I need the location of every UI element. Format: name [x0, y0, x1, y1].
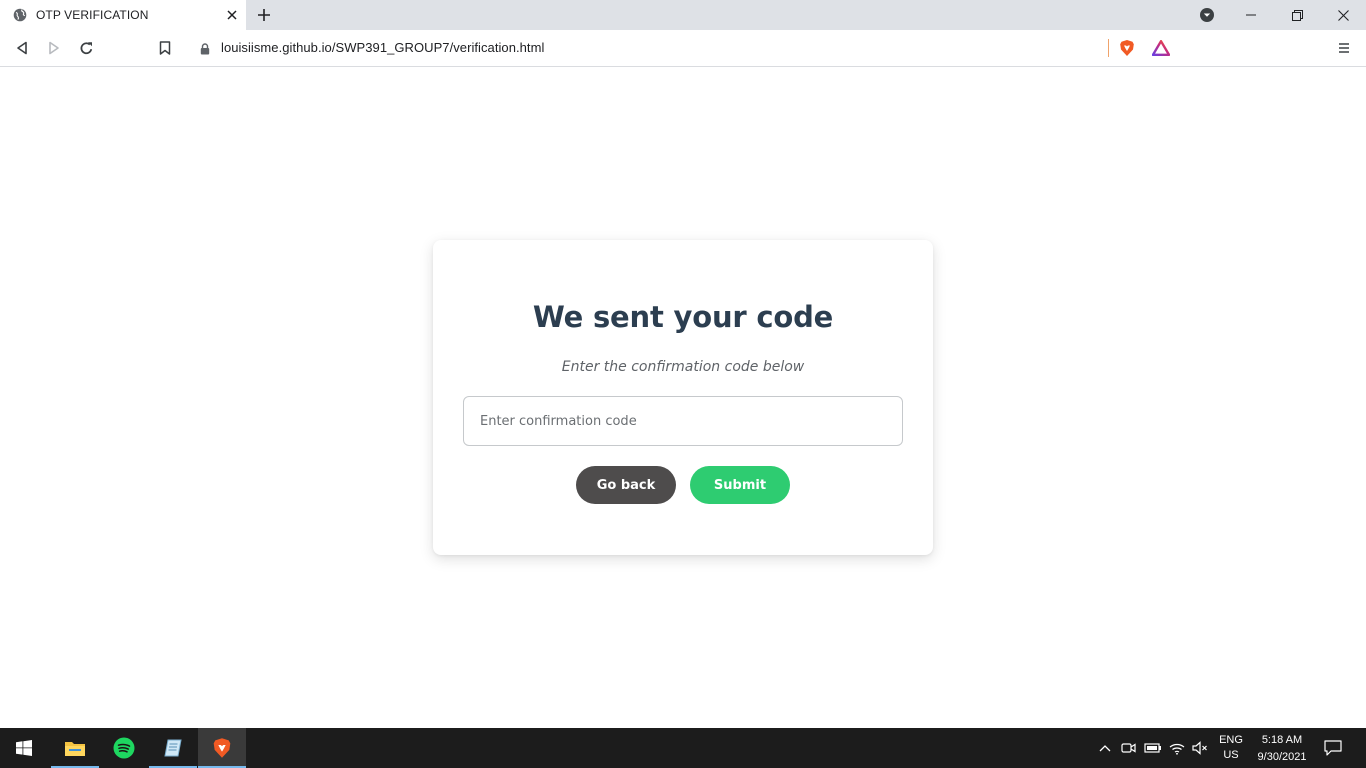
notepad-icon[interactable] [149, 728, 197, 768]
url-text[interactable]: louisiisme.github.io/SWP391_GROUP7/verif… [221, 40, 544, 55]
tab-search-dropdown-icon[interactable] [1198, 6, 1216, 24]
brave-shields-icon[interactable] [1117, 38, 1137, 58]
new-tab-plus-icon[interactable] [254, 5, 274, 25]
speaker-muted-icon[interactable] [1191, 738, 1209, 758]
confirmation-code-input[interactable] [463, 396, 903, 446]
minimize-window-icon[interactable] [1228, 0, 1274, 30]
clock-date: 9/30/2021 [1257, 751, 1307, 763]
brave-browser-icon[interactable] [198, 728, 246, 768]
windows-taskbar: ENG US 5:18 AM 9/30/2021 [0, 728, 1366, 768]
browser-tab-bar: OTP VERIFICATION [0, 0, 1366, 30]
browser-tab[interactable]: OTP VERIFICATION [0, 0, 246, 30]
clock-time: 5:18 AM [1261, 734, 1303, 746]
verification-card: We sent your code Enter the confirmation… [433, 240, 933, 555]
language-code: ENG [1219, 734, 1243, 746]
windows-start-icon[interactable] [0, 728, 48, 768]
wifi-icon[interactable] [1168, 738, 1186, 758]
back-arrow-icon[interactable] [12, 38, 32, 58]
browser-toolbar: louisiisme.github.io/SWP391_GROUP7/verif… [0, 30, 1366, 67]
clock[interactable]: 5:18 AM 9/30/2021 [1250, 732, 1314, 766]
address-bar-divider [1108, 39, 1109, 57]
page-title: We sent your code [532, 300, 834, 334]
submit-button[interactable]: Submit [690, 466, 790, 504]
battery-icon[interactable] [1144, 738, 1162, 758]
globe-icon [13, 8, 27, 22]
forward-arrow-icon[interactable] [44, 38, 64, 58]
file-explorer-icon[interactable] [51, 728, 99, 768]
input-language[interactable]: ENG US [1217, 733, 1245, 763]
go-back-button[interactable]: Go back [576, 466, 676, 504]
page-content: We sent your code Enter the confirmation… [0, 67, 1366, 728]
reload-icon[interactable] [76, 38, 96, 58]
lock-icon[interactable] [200, 42, 212, 55]
bookmark-icon[interactable] [155, 38, 175, 58]
close-window-icon[interactable] [1320, 0, 1366, 30]
browser-menu-icon[interactable] [1335, 39, 1353, 57]
page-subtitle: Enter the confirmation code below [561, 359, 805, 375]
address-bar[interactable]: louisiisme.github.io/SWP391_GROUP7/verif… [187, 34, 1179, 62]
close-tab-icon[interactable] [224, 7, 240, 23]
meet-now-camera-icon[interactable] [1120, 738, 1138, 758]
tab-title: OTP VERIFICATION [36, 8, 149, 22]
notification-center-icon[interactable] [1322, 738, 1344, 758]
restore-window-icon[interactable] [1274, 0, 1320, 30]
brave-rewards-icon[interactable] [1151, 38, 1171, 58]
region-code: US [1223, 749, 1239, 761]
chevron-up-icon[interactable] [1096, 738, 1114, 758]
spotify-icon[interactable] [100, 728, 148, 768]
